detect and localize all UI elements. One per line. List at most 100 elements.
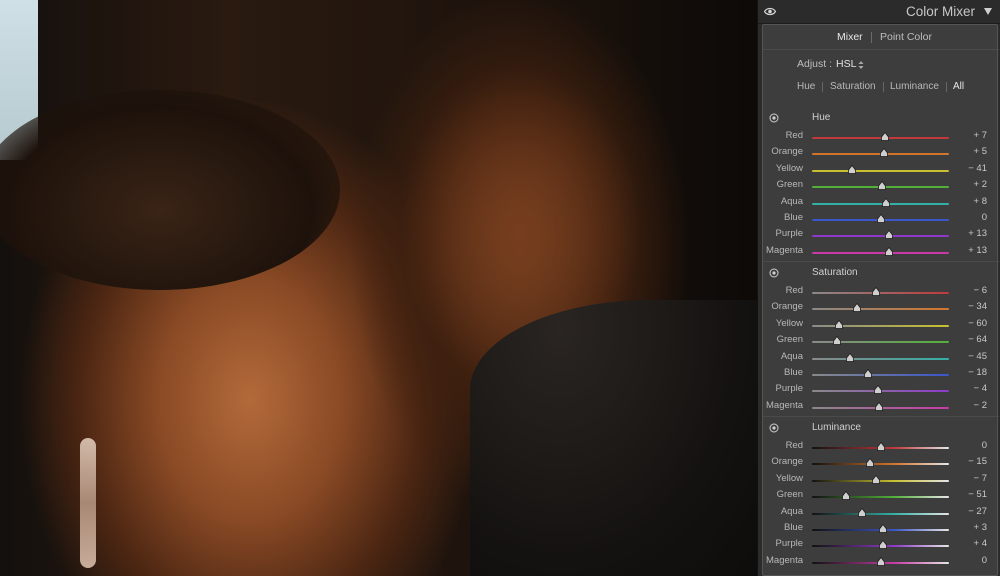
adjust-select[interactable]: HSL — [836, 58, 856, 70]
slider-thumb[interactable] — [872, 287, 881, 296]
updown-arrows-icon[interactable] — [858, 60, 864, 70]
slider-thumb[interactable] — [832, 336, 841, 346]
slider-thumb[interactable] — [876, 442, 885, 451]
hsl-sub-tabs: Hue Saturation Luminance All — [763, 81, 999, 95]
slider-label: Purple — [775, 538, 803, 550]
slider-label: Purple — [775, 383, 803, 395]
panel-header[interactable]: Color Mixer — [758, 0, 1000, 24]
tab-luminance[interactable]: Luminance — [890, 81, 939, 92]
hue-purple-slider[interactable] — [812, 235, 949, 238]
hue-blue-row: Blue 0 — [763, 211, 999, 227]
tab-saturation[interactable]: Saturation — [830, 81, 876, 92]
color-mixer-panel: Color Mixer Mixer Point Color Adjust : H… — [757, 0, 1000, 576]
slider-value[interactable]: − 41 — [968, 163, 987, 174]
luminance-orange-row: Orange − 15 — [763, 455, 999, 471]
slider-value[interactable]: 0 — [982, 212, 987, 223]
slider-thumb[interactable] — [877, 181, 886, 191]
saturation-red-slider[interactable] — [812, 292, 949, 294]
slider-value[interactable]: − 64 — [968, 334, 987, 345]
photo-hair-shadow — [0, 90, 340, 290]
slider-value[interactable]: − 6 — [974, 285, 987, 296]
section-title: Luminance — [812, 422, 861, 433]
slider-thumb[interactable] — [841, 491, 850, 501]
slider-value[interactable]: + 8 — [974, 196, 987, 207]
tab-point-color[interactable]: Point Color — [880, 31, 932, 43]
slider-thumb[interactable] — [878, 524, 887, 533]
eye-icon[interactable] — [764, 7, 776, 16]
sub-tab-divider — [822, 82, 823, 92]
saturation-aqua-row: Aqua − 45 — [763, 350, 999, 366]
target-icon[interactable] — [769, 113, 779, 123]
slider-thumb[interactable] — [835, 319, 844, 329]
slider-thumb[interactable] — [845, 352, 854, 362]
slider-thumb[interactable] — [885, 246, 894, 256]
section-title: Hue — [812, 112, 831, 123]
slider-value[interactable]: − 15 — [968, 456, 987, 467]
slider-value[interactable]: + 2 — [974, 179, 987, 190]
slider-value[interactable]: − 2 — [974, 400, 987, 411]
slider-value[interactable]: − 18 — [968, 367, 987, 378]
saturation-purple-row: Purple − 4 — [763, 382, 999, 398]
hue-aqua-row: Aqua + 8 — [763, 195, 999, 211]
slider-thumb[interactable] — [875, 401, 884, 411]
slider-thumb[interactable] — [848, 164, 857, 174]
slider-thumb[interactable] — [879, 540, 888, 550]
slider-label: Yellow — [775, 317, 803, 329]
slider-thumb[interactable] — [881, 132, 890, 141]
slider-value[interactable]: − 27 — [968, 506, 987, 517]
slider-thumb[interactable] — [864, 369, 873, 378]
photo-canvas — [0, 0, 757, 576]
slider-value[interactable]: + 4 — [974, 538, 987, 549]
slider-value[interactable]: − 51 — [968, 489, 987, 500]
luminance-blue-row: Blue + 3 — [763, 521, 999, 537]
slider-value[interactable]: + 13 — [968, 245, 987, 256]
slider-value[interactable]: + 5 — [974, 146, 987, 157]
slider-label: Aqua — [780, 195, 803, 207]
tab-mixer[interactable]: Mixer — [837, 31, 863, 43]
hue-yellow-row: Yellow − 41 — [763, 162, 999, 178]
saturation-orange-slider[interactable] — [812, 308, 949, 311]
slider-value[interactable]: − 34 — [968, 301, 987, 312]
saturation-blue-slider[interactable] — [812, 374, 949, 376]
slider-value[interactable]: + 3 — [974, 522, 987, 533]
tab-all[interactable]: All — [953, 81, 964, 92]
divider — [763, 49, 999, 50]
slider-value[interactable]: 0 — [982, 440, 987, 451]
slider-thumb[interactable] — [858, 507, 866, 517]
triangle-down-icon[interactable] — [983, 6, 993, 16]
slider-label: Blue — [783, 212, 803, 223]
slider-value[interactable]: − 4 — [974, 383, 987, 394]
slider-value[interactable]: + 7 — [974, 130, 987, 141]
slider-thumb[interactable] — [873, 385, 882, 395]
hue-yellow-slider[interactable] — [812, 169, 949, 172]
section-divider — [763, 261, 999, 262]
slider-thumb[interactable] — [885, 230, 894, 240]
slider-value[interactable]: 0 — [982, 555, 987, 566]
slider-thumb[interactable] — [876, 214, 885, 223]
slider-thumb[interactable] — [876, 556, 885, 566]
slider-thumb[interactable] — [882, 197, 890, 207]
luminance-green-slider[interactable] — [812, 496, 949, 499]
target-icon[interactable] — [769, 423, 779, 433]
hue-aqua-slider[interactable] — [812, 202, 949, 205]
slider-thumb[interactable] — [866, 458, 875, 468]
luminance-yellow-slider[interactable] — [812, 479, 949, 482]
luminance-orange-slider[interactable] — [812, 463, 949, 466]
saturation-yellow-slider[interactable] — [812, 324, 949, 327]
hue-magenta-slider[interactable] — [812, 251, 949, 254]
target-icon[interactable] — [769, 268, 779, 278]
saturation-orange-row: Orange − 34 — [763, 300, 999, 316]
slider-thumb[interactable] — [853, 303, 862, 313]
slider-label: Magenta — [766, 399, 803, 411]
slider-value[interactable]: − 7 — [974, 473, 987, 484]
slider-thumb[interactable] — [880, 148, 888, 158]
slider-value[interactable]: − 60 — [968, 318, 987, 329]
slider-thumb[interactable] — [871, 474, 880, 484]
tab-hue[interactable]: Hue — [797, 81, 815, 92]
saturation-aqua-slider[interactable] — [812, 357, 949, 360]
luminance-red-row: Red 0 — [763, 439, 999, 455]
photo-earring — [80, 438, 96, 568]
luminance-aqua-slider[interactable] — [812, 512, 949, 515]
slider-value[interactable]: + 13 — [968, 228, 987, 239]
slider-value[interactable]: − 45 — [968, 351, 987, 362]
